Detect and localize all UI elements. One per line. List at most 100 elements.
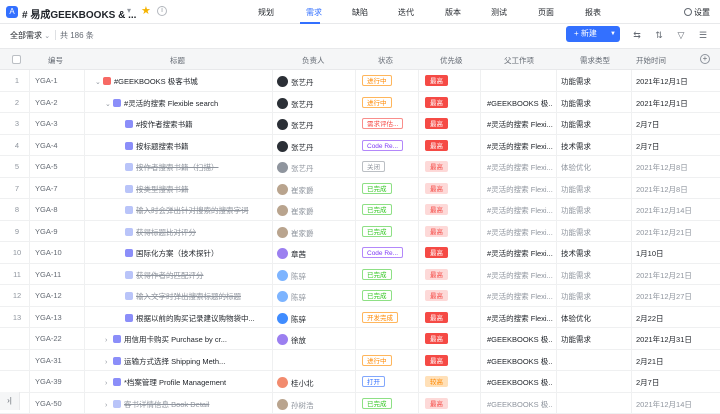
- owner-cell[interactable]: 张艺丹: [277, 141, 357, 153]
- start-date[interactable]: 2月7日: [636, 119, 659, 130]
- priority-cell[interactable]: 最高: [425, 75, 448, 86]
- table-row[interactable]: 7YGA-7按类型搜索书籍崔家爵已完成最高#灵活的搜索 Flexi...功能需求…: [0, 178, 720, 200]
- status-cell[interactable]: 已完成: [362, 269, 392, 280]
- priority-cell[interactable]: 最高: [425, 312, 448, 323]
- status-cell[interactable]: 已完成: [362, 226, 392, 237]
- chevron-down-icon[interactable]: ▾: [127, 6, 131, 15]
- table-row[interactable]: 1YGA-1⌄#GEEKBOOKS 极客书城张艺丹进行中最高功能需求2021年1…: [0, 70, 720, 92]
- item-title[interactable]: 按类型搜索书籍: [136, 185, 189, 194]
- item-title-cell[interactable]: › 客书详情信息 Book Detail: [95, 399, 271, 410]
- nav-tab[interactable]: 缺陷: [352, 7, 368, 18]
- nav-tab[interactable]: 迭代: [398, 7, 414, 18]
- column-header-parent[interactable]: 父工作项: [504, 55, 534, 66]
- item-title[interactable]: 运输方式选择 Shipping Meth...: [124, 357, 225, 366]
- item-title-cell[interactable]: 按作者搜索书籍（扫描）: [95, 162, 271, 173]
- priority-cell[interactable]: 最高: [425, 161, 448, 172]
- owner-cell[interactable]: 陈骍: [277, 313, 357, 325]
- item-title[interactable]: 根据以前的购买记录建议购物袋中...: [136, 314, 255, 323]
- parent-item[interactable]: #GEEKBOOKS 极...: [487, 356, 553, 367]
- start-date[interactable]: 2021年12月1日: [636, 76, 688, 87]
- parent-item[interactable]: #灵活的搜索 Flexi...: [487, 313, 553, 324]
- item-title-cell[interactable]: ⌄#灵活的搜索 Flexible search: [95, 98, 271, 109]
- status-cell[interactable]: 需求评估...: [362, 118, 403, 129]
- priority-cell[interactable]: 较高: [425, 376, 448, 387]
- expand-toggle-icon[interactable]: ⌄: [105, 100, 113, 108]
- item-title[interactable]: 客书详情信息 Book Detail: [124, 400, 209, 409]
- filter-dropdown[interactable]: 全部需求 ⌄: [10, 30, 50, 41]
- priority-cell[interactable]: 最高: [425, 247, 448, 258]
- start-date[interactable]: 2021年12月14日: [636, 399, 692, 410]
- column-header-type[interactable]: 需求类型: [580, 55, 610, 66]
- priority-cell[interactable]: 最高: [425, 140, 448, 151]
- table-row[interactable]: 2YGA-2⌄#灵活的搜索 Flexible search张艺丹进行中最高#GE…: [0, 92, 720, 114]
- table-row[interactable]: 10YGA-10国际化方案（技术探针）章茜Code Re...最高#灵活的搜索 …: [0, 242, 720, 264]
- item-title[interactable]: 按标题搜索书籍: [136, 142, 189, 151]
- owner-cell[interactable]: 孙树浩: [277, 399, 357, 411]
- status-cell[interactable]: 进行中: [362, 355, 392, 366]
- add-column-icon[interactable]: +: [700, 54, 710, 64]
- parent-item[interactable]: #GEEKBOOKS 极...: [487, 334, 553, 345]
- owner-cell[interactable]: 桂小北: [277, 377, 357, 389]
- parent-item[interactable]: #灵活的搜索 Flexi...: [487, 270, 553, 281]
- item-code[interactable]: YGA-13: [35, 313, 62, 322]
- requirement-type[interactable]: 功能需求: [561, 76, 591, 87]
- parent-item[interactable]: #灵活的搜索 Flexi...: [487, 141, 553, 152]
- start-date[interactable]: 2021年12月1日: [636, 98, 688, 109]
- table-row[interactable]: 3YGA-3#按作者搜索书籍张艺丹需求评估...最高#灵活的搜索 Flexi..…: [0, 113, 720, 135]
- owner-cell[interactable]: 徐放: [277, 334, 357, 346]
- item-title-cell[interactable]: 输入时会弹出针对搜索的搜索字词: [95, 205, 271, 216]
- parent-item[interactable]: #GEEKBOOKS 极...: [487, 377, 553, 388]
- priority-cell[interactable]: 最高: [425, 398, 448, 409]
- list-settings-icon[interactable]: ☰: [698, 30, 708, 40]
- table-row[interactable]: 12YGA-12输入文字时弹出搜索标题的标题陈骍已完成最高#灵活的搜索 Flex…: [0, 285, 720, 307]
- start-date[interactable]: 1月10日: [636, 248, 664, 259]
- start-date[interactable]: 2021年12月27日: [636, 291, 692, 302]
- item-code[interactable]: YGA-2: [35, 98, 58, 107]
- owner-cell[interactable]: 张艺丹: [277, 119, 357, 131]
- item-title-cell[interactable]: › 运输方式选择 Shipping Meth...: [95, 356, 271, 367]
- column-header-priority[interactable]: 优先级: [440, 55, 463, 66]
- start-date[interactable]: 2021年12月8日: [636, 162, 688, 173]
- item-title-cell[interactable]: ⌄ #GEEKBOOKS 极客书城: [95, 76, 271, 87]
- table-row[interactable]: 9YGA-9获得标题比对评分崔家爵已完成最高#灵活的搜索 Flexi...功能需…: [0, 221, 720, 243]
- expand-toggle-icon[interactable]: ⌄: [95, 78, 103, 86]
- requirement-type[interactable]: 功能需求: [561, 291, 591, 302]
- item-code[interactable]: YGA-8: [35, 205, 58, 214]
- start-date[interactable]: 2021年12月8日: [636, 184, 688, 195]
- parent-item[interactable]: #灵活的搜索 Flexi...: [487, 184, 553, 195]
- requirement-type[interactable]: 功能需求: [561, 119, 591, 130]
- new-button[interactable]: + 新建▼: [566, 26, 620, 42]
- nav-tab[interactable]: 版本: [445, 7, 461, 18]
- priority-cell[interactable]: 最高: [425, 355, 448, 366]
- table-row[interactable]: YGA-31›运输方式选择 Shipping Meth...进行中最高#GEEK…: [0, 350, 720, 372]
- item-code[interactable]: YGA-9: [35, 227, 58, 236]
- requirement-type[interactable]: 技术需求: [561, 141, 591, 152]
- table-row[interactable]: YGA-39›*档案管理 Profile Management桂小北打开较高#G…: [0, 371, 720, 393]
- owner-cell[interactable]: 张艺丹: [277, 76, 357, 88]
- owner-cell[interactable]: 陈骍: [277, 270, 357, 282]
- owner-cell[interactable]: 章茜: [277, 248, 357, 260]
- item-title[interactable]: #GEEKBOOKS 极客书城: [114, 77, 198, 86]
- table-row[interactable]: 8YGA-8输入时会弹出针对搜索的搜索字词崔家爵已完成最高#灵活的搜索 Flex…: [0, 199, 720, 221]
- parent-item[interactable]: #灵活的搜索 Flexi...: [487, 119, 553, 130]
- table-row[interactable]: 5YGA-5按作者搜索书籍（扫描）张艺丹关闭最高#灵活的搜索 Flexi...体…: [0, 156, 720, 178]
- status-cell[interactable]: 开发完成: [362, 312, 398, 323]
- start-date[interactable]: 2月7日: [636, 141, 659, 152]
- select-all-checkbox[interactable]: [12, 55, 21, 64]
- item-title[interactable]: 获得标题比对评分: [136, 228, 196, 237]
- expand-toggle-icon[interactable]: ›: [105, 359, 113, 366]
- table-row[interactable]: YGA-50›客书详情信息 Book Detail孙树浩已完成最高#GEEKBO…: [0, 393, 720, 414]
- parent-item[interactable]: #灵活的搜索 Flexi...: [487, 162, 553, 173]
- status-cell[interactable]: 已完成: [362, 398, 392, 409]
- expand-toggle-icon[interactable]: ›: [105, 402, 113, 409]
- table-row[interactable]: 4YGA-4按标题搜索书籍张艺丹Code Re...最高#灵活的搜索 Flexi…: [0, 135, 720, 157]
- item-title[interactable]: 获得作者的匹配评分: [136, 271, 204, 280]
- sort-icon[interactable]: ⇅: [654, 30, 664, 40]
- info-icon[interactable]: i: [157, 6, 167, 16]
- item-title[interactable]: *档案管理 Profile Management: [124, 378, 226, 387]
- parent-item[interactable]: #GEEKBOOKS 极...: [487, 399, 553, 410]
- status-cell[interactable]: 已完成: [362, 183, 392, 194]
- nav-tab[interactable]: 需求: [306, 7, 322, 18]
- parent-item[interactable]: #灵活的搜索 Flexi...: [487, 205, 553, 216]
- item-code[interactable]: YGA-3: [35, 119, 58, 128]
